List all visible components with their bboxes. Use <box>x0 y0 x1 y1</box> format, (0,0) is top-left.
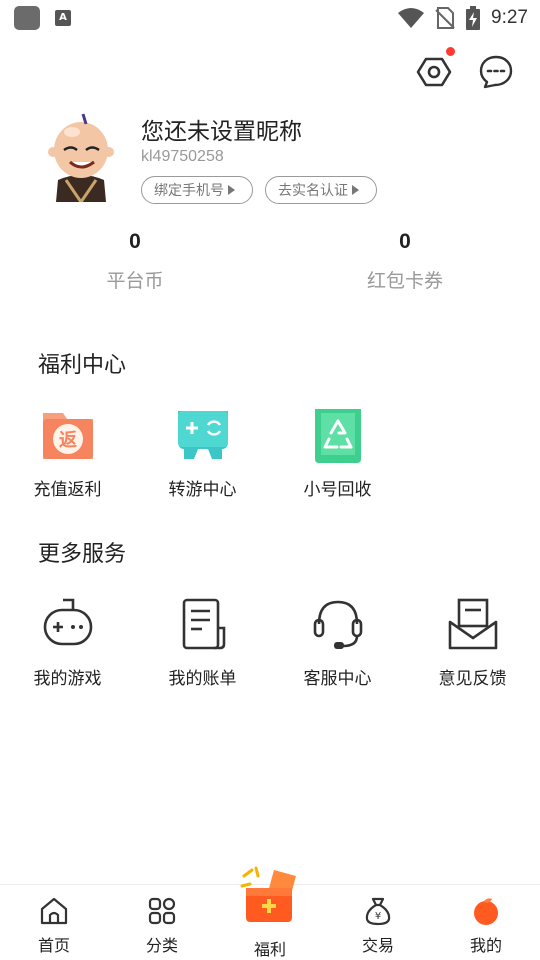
transfer-game-label: 转游中心 <box>168 480 237 500</box>
wifi-icon <box>398 8 425 28</box>
category-icon <box>148 897 176 925</box>
bind-phone-label: 绑定手机号 <box>154 183 224 199</box>
profile-icon <box>474 898 498 925</box>
svg-text:返: 返 <box>59 430 77 451</box>
bill-icon <box>182 598 225 650</box>
keyboard-a-icon: A <box>55 10 71 26</box>
gamepad-icon <box>43 598 92 646</box>
nav-trade-label: 交易 <box>361 936 394 955</box>
services-section-title: 更多服务 <box>38 542 127 567</box>
play-arrow-icon <box>228 185 235 195</box>
customer-service-item[interactable]: 客服中心 <box>270 594 405 689</box>
welfare-icon <box>240 866 296 922</box>
battery-charging-icon <box>466 6 481 30</box>
platform-coin-value: 0 <box>129 230 141 253</box>
user-id: kl49750258 <box>141 148 224 165</box>
transfer-game-item[interactable]: 转游中心 <box>135 405 270 500</box>
transfer-game-icon <box>177 411 228 459</box>
coupon-stat[interactable]: 0 红包卡券 <box>315 230 495 293</box>
chat-bubble-icon <box>479 55 513 89</box>
rebate-icon: 返 <box>42 413 93 459</box>
app-notification-icon <box>14 6 40 30</box>
monk-avatar-icon <box>48 113 114 205</box>
recycle-icon <box>314 409 361 463</box>
nav-welfare-label: 福利 <box>253 940 286 959</box>
my-games-label: 我的游戏 <box>33 669 102 689</box>
nav-home-label: 首页 <box>37 936 70 955</box>
platform-coin-label: 平台币 <box>106 270 164 292</box>
nav-category-label: 分类 <box>145 936 178 955</box>
feedback-label: 意见反馈 <box>438 669 507 689</box>
feedback-item[interactable]: 意见反馈 <box>405 594 540 689</box>
clock: 9:27 <box>491 7 528 28</box>
coupon-value: 0 <box>399 230 411 253</box>
gear-icon <box>416 57 452 87</box>
nav-profile[interactable]: 我的 <box>432 885 540 960</box>
svg-text:¥: ¥ <box>375 911 381 922</box>
nav-trade[interactable]: ¥ 交易 <box>324 885 432 960</box>
real-name-verify-button[interactable]: 去实名认证 <box>265 176 377 204</box>
nav-profile-label: 我的 <box>469 936 502 955</box>
my-bills-item[interactable]: 我的账单 <box>135 594 270 689</box>
money-bag-icon: ¥ <box>365 897 391 926</box>
nav-category[interactable]: 分类 <box>108 885 216 960</box>
nickname[interactable]: 您还未设置昵称 <box>141 112 302 146</box>
my-bills-label: 我的账单 <box>168 669 237 689</box>
customer-service-label: 客服中心 <box>303 669 372 689</box>
messages-button[interactable] <box>476 52 516 92</box>
coupon-label: 红包卡券 <box>366 270 443 292</box>
platform-coin-stat[interactable]: 0 平台币 <box>45 230 225 293</box>
account-recycle-item[interactable]: 小号回收 <box>270 405 405 500</box>
recharge-rebate-item[interactable]: 返 充值返利 <box>0 405 135 500</box>
my-games-item[interactable]: 我的游戏 <box>0 594 135 689</box>
home-icon <box>40 897 68 925</box>
settings-button[interactable] <box>414 52 454 92</box>
bind-phone-button[interactable]: 绑定手机号 <box>141 176 253 204</box>
feedback-icon <box>448 598 497 650</box>
status-bar: A 9:27 <box>0 0 540 36</box>
nav-home[interactable]: 首页 <box>0 885 108 960</box>
no-sim-icon <box>435 7 455 29</box>
welfare-section-title: 福利中心 <box>38 353 127 378</box>
play-arrow-icon <box>352 185 359 195</box>
notification-badge <box>446 47 455 56</box>
rebate-label: 充值返利 <box>33 480 102 500</box>
headset-icon <box>313 600 362 649</box>
avatar[interactable] <box>44 110 118 205</box>
real-name-label: 去实名认证 <box>278 183 348 199</box>
recycle-label: 小号回收 <box>303 480 372 500</box>
